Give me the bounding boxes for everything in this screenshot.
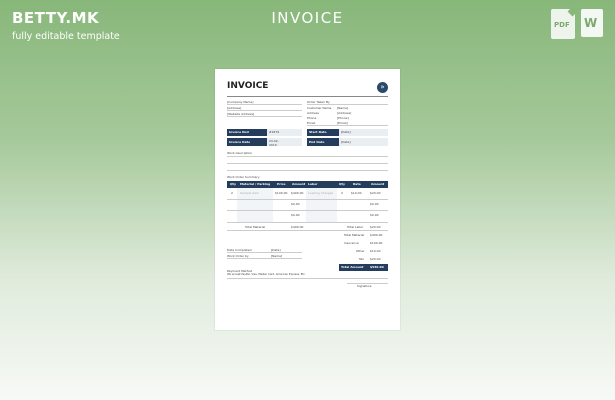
invoice-date-value: 23-02-2019 [269,139,279,147]
labor-column-shade [306,188,337,222]
total-labor-value: $20.00 [370,225,381,229]
invoice-date-label-cell: Invoice Date [227,138,267,146]
summary-insurance-label: Insurance [344,241,359,245]
summary-tax-label: Tax [359,257,364,261]
invoice-date-label: Invoice Date [229,140,251,144]
customer-name-label: Customer Name [307,106,332,110]
invoice-document: INVOICE » [Company Name] [Address] [Webs… [227,81,388,288]
total-amount-value: $530.00 [370,265,384,269]
th-qty-2: Qty [339,182,345,186]
row3-amount: $0.00 [291,213,300,217]
customer-phone-value: [Phone] [337,116,349,120]
end-date-label-cell: End Date [307,138,339,146]
total-amount-label: Total Amount [341,265,364,269]
next-arrow-icon[interactable]: » [377,82,388,93]
company-line-3 [227,116,302,117]
tagline: fully editable template [12,31,120,42]
row1-amount: $400.00 [291,191,304,195]
invoice-no-value-cell[interactable]: #1879 [267,129,302,136]
customer-address-label: Address [307,111,319,115]
invoice-no-label: Invoice No# [229,130,250,134]
work-line-2 [227,163,388,164]
summary-other-value: $10.00 [370,249,381,253]
work-line-1 [227,156,388,157]
row1-amount-2: $20.00 [370,191,381,195]
summary-other-label: Other [356,249,365,253]
th-labor: Labor [308,182,318,186]
company-line-1 [227,104,302,105]
start-date-value: [Date] [341,130,351,134]
row2-amount-2: $0.00 [370,202,379,206]
work-order-summary-label: Work Order Summary [227,175,260,179]
customer-line-2 [307,125,388,126]
start-date-label-cell: Start Date [307,129,339,136]
pdf-label: PDF [554,21,570,29]
title-underline [227,96,388,97]
row-line-2 [227,210,388,211]
invoice-no-label-cell: Invoice No# [227,129,267,136]
end-date-label: End Date [309,140,325,144]
th-qty: Qty [230,182,236,186]
row3-amount-2: $0.00 [370,213,379,217]
customer-line-1 [307,104,388,105]
customer-name-value: [Name] [337,106,349,110]
end-date-value: [Date] [341,140,351,144]
th-price: Price [277,182,286,186]
page-title: INVOICE [271,9,344,27]
start-date-value-cell[interactable]: [Date] [339,129,388,136]
company-line-2 [227,110,302,111]
row1-qty-2: 2 [341,191,343,195]
row1-qty: 2 [231,191,233,195]
customer-address-value: [Address] [337,111,352,115]
total-labor-label: Total Labor [347,225,364,229]
invoice-date-value-cell[interactable]: 23-02-2019 [267,138,302,147]
material-column-shade [237,188,273,222]
payment-method-value: We accept PayPal, Visa, Master Card, Ame… [227,273,306,276]
customer-phone-label: Phone [307,116,317,120]
signature-label: Signature [357,284,372,288]
table-header: Qty Material / Parking Price Amount Labo… [227,181,388,188]
file-format-icons: PDF W [551,9,603,39]
th-amount-2: Amount [371,182,385,186]
invoice-no-value: #1879 [269,130,280,134]
th-material: Material / Parking [240,182,271,186]
summary-material-label: Total Material [344,233,365,237]
end-date-value-cell[interactable]: [Date] [339,138,388,146]
pdf-file-icon[interactable]: PDF [551,9,575,39]
row-line-1 [227,199,388,200]
start-date-label: Start Date [309,130,327,134]
work-description-label: Work description [227,151,253,155]
summary-material-value: $400.00 [370,233,383,237]
invoice-title: INVOICE [227,81,269,91]
th-rate: Rate [353,182,361,186]
th-amount: Amount [292,182,306,186]
payment-line [227,278,388,279]
summary-insurance-value: $100.00 [370,241,383,245]
row1-price: $100.00 [275,191,288,195]
total-material-label: Total Material [245,225,266,229]
work-order-by-line [227,258,302,259]
totals-line [227,230,388,231]
summary-tax-value: $20.00 [370,257,381,261]
word-label: W [584,16,598,30]
work-line-3 [227,170,388,171]
total-material-value: $400.00 [291,225,304,229]
invoice-preview-page: INVOICE » [Company Name] [Address] [Webs… [215,69,400,330]
row-line-3 [227,222,388,223]
word-file-icon[interactable]: W [581,9,603,37]
total-amount-row: Total Amount $530.00 [339,264,388,271]
date-completed-line [227,252,302,253]
row1-rate: $10.00 [351,191,362,195]
row2-amount: $0.00 [291,202,300,206]
